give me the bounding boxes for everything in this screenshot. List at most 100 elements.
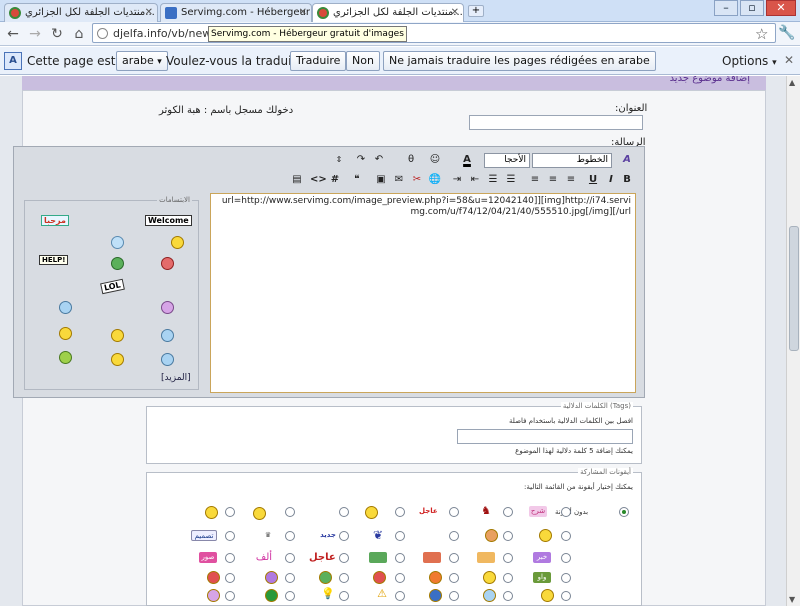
align-right-icon[interactable]: ≡ <box>564 173 578 187</box>
bullet-list-icon[interactable]: ☰ <box>486 173 500 187</box>
hash-icon[interactable]: # <box>328 173 342 187</box>
icon-radio[interactable] <box>503 573 513 583</box>
wrench-icon[interactable]: 🔧 <box>778 25 795 41</box>
icon-radio[interactable] <box>339 531 349 541</box>
icon-radio[interactable] <box>449 591 459 601</box>
icon-radio[interactable] <box>503 591 513 601</box>
icon-radio[interactable] <box>285 531 295 541</box>
align-left-icon[interactable]: ≡ <box>528 173 542 187</box>
language-select[interactable]: arabe ▾ <box>116 51 168 71</box>
resize-icon[interactable]: ⇕ <box>332 153 346 167</box>
back-icon[interactable]: ← <box>4 25 22 43</box>
scroll-down-icon[interactable]: ▼ <box>789 595 795 604</box>
icon-radio[interactable] <box>339 553 349 563</box>
attach-icon[interactable]: θ <box>404 153 418 167</box>
no-button[interactable]: Non <box>346 51 380 71</box>
insert-link-icon[interactable]: 🌐 <box>428 173 442 187</box>
smiley[interactable] <box>111 257 124 270</box>
icon-radio[interactable] <box>561 573 571 583</box>
icon-radio[interactable] <box>395 507 405 517</box>
bookmark-star-icon[interactable]: ☆ <box>755 25 768 43</box>
new-tab-button[interactable]: + <box>468 5 484 17</box>
translate-button[interactable]: Traduire <box>290 51 347 71</box>
icon-radio[interactable] <box>225 591 235 601</box>
remove-link-icon[interactable]: ✂ <box>410 173 424 187</box>
icon-radio[interactable] <box>395 531 405 541</box>
icon-radio[interactable] <box>285 573 295 583</box>
tab-servimg[interactable]: Servimg.com - Hébergeur g... ✕ <box>160 3 312 22</box>
icon-radio[interactable] <box>449 573 459 583</box>
insert-email-icon[interactable]: ✉ <box>392 173 406 187</box>
numbered-list-icon[interactable]: ☰ <box>504 173 518 187</box>
insert-image-icon[interactable]: ▣ <box>374 173 388 187</box>
smiley[interactable] <box>59 351 72 364</box>
smiley[interactable] <box>161 257 174 270</box>
icon-radio[interactable] <box>449 553 459 563</box>
page-scrollbar[interactable]: ▲ ▼ <box>786 76 800 606</box>
icon-radio[interactable] <box>503 553 513 563</box>
icon-radio-none[interactable] <box>619 507 629 517</box>
smiley[interactable] <box>111 329 124 342</box>
home-icon[interactable]: ⌂ <box>70 25 88 43</box>
minimize-button[interactable]: – <box>714 0 738 16</box>
help-smiley[interactable]: HELP! <box>39 255 69 265</box>
close-tab-icon[interactable]: ✕ <box>451 4 459 21</box>
welcome-ar-smiley[interactable]: مرحبا <box>41 215 69 226</box>
maximize-button[interactable]: ▫ <box>740 0 764 16</box>
icon-radio[interactable] <box>285 553 295 563</box>
address-bar[interactable]: djelfa.info/vb/newth Servimg.com - Héber… <box>92 23 776 43</box>
smiley[interactable] <box>59 301 72 314</box>
undo-icon[interactable]: ↶ <box>372 153 386 167</box>
icon-radio[interactable] <box>449 507 459 517</box>
smiley[interactable] <box>171 236 184 249</box>
icon-radio[interactable] <box>225 553 235 563</box>
welcome-smiley[interactable]: Welcome <box>145 215 192 226</box>
tab-djelfa-1[interactable]: منتديات الجلفة لكل الجزائري... ✕ <box>4 3 158 22</box>
tab-djelfa-active[interactable]: منتديات الجلفة لكل الجزائري... ✕ <box>312 3 464 23</box>
remove-format-icon[interactable]: A <box>620 153 634 167</box>
indent-icon[interactable]: ⇥ <box>450 173 464 187</box>
italic-icon[interactable]: I <box>604 173 618 187</box>
close-tab-icon[interactable]: ✕ <box>145 4 153 21</box>
close-translate-bar-icon[interactable]: ✕ <box>784 53 794 67</box>
smiley[interactable] <box>111 353 124 366</box>
icon-radio[interactable] <box>561 591 571 601</box>
icon-radio[interactable] <box>339 591 349 601</box>
icon-radio[interactable] <box>339 507 349 517</box>
underline-icon[interactable]: U <box>586 173 600 187</box>
icon-radio[interactable] <box>225 531 235 541</box>
options-menu[interactable]: Options ▾ <box>722 54 777 68</box>
bold-icon[interactable]: B <box>620 173 634 187</box>
font-select[interactable]: الخطوط <box>532 153 612 168</box>
smiley[interactable] <box>161 301 174 314</box>
icon-radio[interactable] <box>503 531 513 541</box>
smiley-menu-icon[interactable]: ☺ <box>428 153 442 167</box>
icon-radio[interactable] <box>225 507 235 517</box>
scroll-thumb[interactable] <box>789 226 799 351</box>
icon-radio[interactable] <box>395 553 405 563</box>
close-tab-icon[interactable]: ✕ <box>299 4 307 21</box>
lol-smiley[interactable]: LOL <box>100 278 125 295</box>
never-translate-button[interactable]: Ne jamais traduire les pages rédigées en… <box>383 51 656 71</box>
forward-icon[interactable]: → <box>26 25 44 43</box>
message-textarea[interactable]: url=http://www.servimg.com/image_preview… <box>210 193 636 393</box>
code-icon[interactable]: <> <box>310 173 327 187</box>
quote-icon[interactable]: ❝ <box>350 173 364 187</box>
icon-radio[interactable] <box>561 531 571 541</box>
icon-radio[interactable] <box>395 591 405 601</box>
icon-radio[interactable] <box>339 573 349 583</box>
icon-radio[interactable] <box>561 507 571 517</box>
tags-input[interactable] <box>457 429 633 444</box>
outdent-icon[interactable]: ⇤ <box>468 173 482 187</box>
icon-radio[interactable] <box>449 531 459 541</box>
redo-icon[interactable]: ↷ <box>354 153 368 167</box>
php-icon[interactable]: ▤ <box>290 173 304 187</box>
scroll-up-icon[interactable]: ▲ <box>789 78 795 87</box>
smiley[interactable] <box>161 329 174 342</box>
icon-radio[interactable] <box>225 573 235 583</box>
icon-radio[interactable] <box>395 573 405 583</box>
reload-icon[interactable]: ↻ <box>48 25 66 43</box>
icon-radio[interactable] <box>503 507 513 517</box>
more-smilies-link[interactable]: [المزيد] <box>161 373 191 383</box>
align-center-icon[interactable]: ≡ <box>546 173 560 187</box>
